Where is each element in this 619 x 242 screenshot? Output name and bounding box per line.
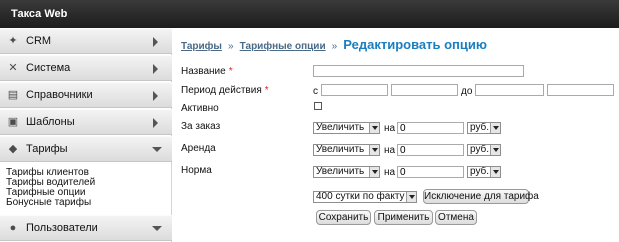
page-title: Редактировать опцию (343, 37, 487, 52)
order-on-label: на (384, 123, 396, 134)
chevron-right-icon (153, 91, 158, 101)
sidebar-item-tariffs[interactable]: ◆ Тарифы (0, 136, 172, 162)
norm-action-select[interactable]: Увеличить (313, 166, 380, 178)
period-from-time-input[interactable] (391, 84, 458, 96)
tariffs-submenu: Тарифы клиентов Тарифы водителей Тарифны… (6, 168, 166, 208)
period-to-label: до (461, 86, 473, 97)
sidebar-item-label: Система (26, 62, 71, 74)
dropdown-arrow-icon (406, 192, 416, 202)
order-amount-input[interactable] (397, 122, 464, 134)
tools-icon: ✕ (8, 62, 18, 74)
dropdown-arrow-icon (490, 167, 500, 177)
norm-unit-select[interactable]: руб. (467, 166, 501, 178)
breadcrumb: Тарифы » Тарифные опции » Редактировать … (181, 37, 487, 52)
sidebar-item-label: Тарифы (26, 143, 68, 155)
sidebar-item-label: Шаблоны (26, 116, 75, 128)
exclude-tariff-button[interactable]: Исключение для тарифа (423, 189, 539, 204)
breadcrumb-link-tariffs[interactable]: Тарифы (181, 41, 222, 52)
period-from-label: с (313, 86, 318, 97)
chevron-right-icon (153, 37, 158, 47)
rent-amount-input[interactable] (397, 144, 464, 156)
apply-button[interactable]: Применить (374, 210, 433, 225)
dropdown-arrow-icon (490, 145, 500, 155)
required-mark: * (228, 66, 233, 77)
sidebar-item-templates[interactable]: ▣ Шаблоны (0, 109, 172, 135)
breadcrumb-separator: » (228, 41, 234, 52)
rent-action-select[interactable]: Увеличить (313, 144, 380, 156)
sidebar-item-system[interactable]: ✕ Система (0, 55, 172, 81)
save-button[interactable]: Сохранить (316, 210, 371, 225)
period-to-time-input[interactable] (547, 84, 614, 96)
period-from-date-input[interactable] (321, 84, 388, 96)
active-checkbox[interactable] (314, 102, 322, 110)
rent-row-label: Аренда (181, 143, 216, 154)
dropdown-arrow-icon (369, 145, 379, 155)
order-row-label: За заказ (181, 121, 221, 132)
sidebar-item-label: Пользователи (26, 222, 98, 234)
top-bar: Такса Web (0, 0, 619, 28)
breadcrumb-separator: » (331, 41, 338, 52)
order-unit-select[interactable]: руб. (467, 122, 501, 134)
sidebar-item-crm[interactable]: ✦ CRM (0, 28, 172, 54)
name-input[interactable] (313, 65, 524, 77)
rent-on-label: на (384, 145, 396, 156)
chevron-down-icon (152, 147, 162, 152)
chevron-right-icon (153, 118, 158, 128)
sidebar: ✦ CRM ✕ Система ▤ Справочники ▣ Шаблоны … (0, 28, 172, 242)
app-title: Такса Web (11, 8, 68, 20)
dropdown-arrow-icon (490, 123, 500, 133)
cancel-button[interactable]: Отмена (435, 210, 477, 225)
dropdown-arrow-icon (369, 167, 379, 177)
rent-unit-select[interactable]: руб. (467, 144, 501, 156)
required-mark: * (264, 85, 269, 96)
active-label: Активно (181, 103, 219, 114)
order-action-select[interactable]: Увеличить (313, 122, 380, 134)
submenu-item-bonus-tariffs[interactable]: Бонусные тарифы (6, 198, 166, 208)
name-label: Название * (181, 66, 233, 77)
tariff-select[interactable]: 400 сутки по факту (313, 191, 417, 203)
sidebar-item-label: Справочники (26, 89, 93, 101)
norm-on-label: на (384, 167, 396, 178)
norm-row-label: Норма (181, 165, 212, 176)
sidebar-item-references[interactable]: ▤ Справочники (0, 82, 172, 108)
norm-amount-input[interactable] (397, 166, 464, 178)
chevron-right-icon (153, 64, 158, 74)
tag-icon: ◆ (8, 143, 18, 155)
folders-icon: ▣ (7, 116, 19, 128)
sidebar-item-label: CRM (26, 35, 52, 47)
sidebar-item-users[interactable]: ● Пользователи (0, 215, 172, 241)
handshake-icon: ✦ (8, 35, 18, 47)
users-icon: ● (9, 222, 17, 234)
breadcrumb-link-tariff-options[interactable]: Тарифные опции (240, 41, 326, 52)
period-label: Период действия * (181, 85, 269, 96)
book-icon: ▤ (7, 89, 19, 101)
period-to-date-input[interactable] (475, 84, 544, 96)
dropdown-arrow-icon (369, 123, 379, 133)
chevron-down-icon (152, 226, 162, 231)
